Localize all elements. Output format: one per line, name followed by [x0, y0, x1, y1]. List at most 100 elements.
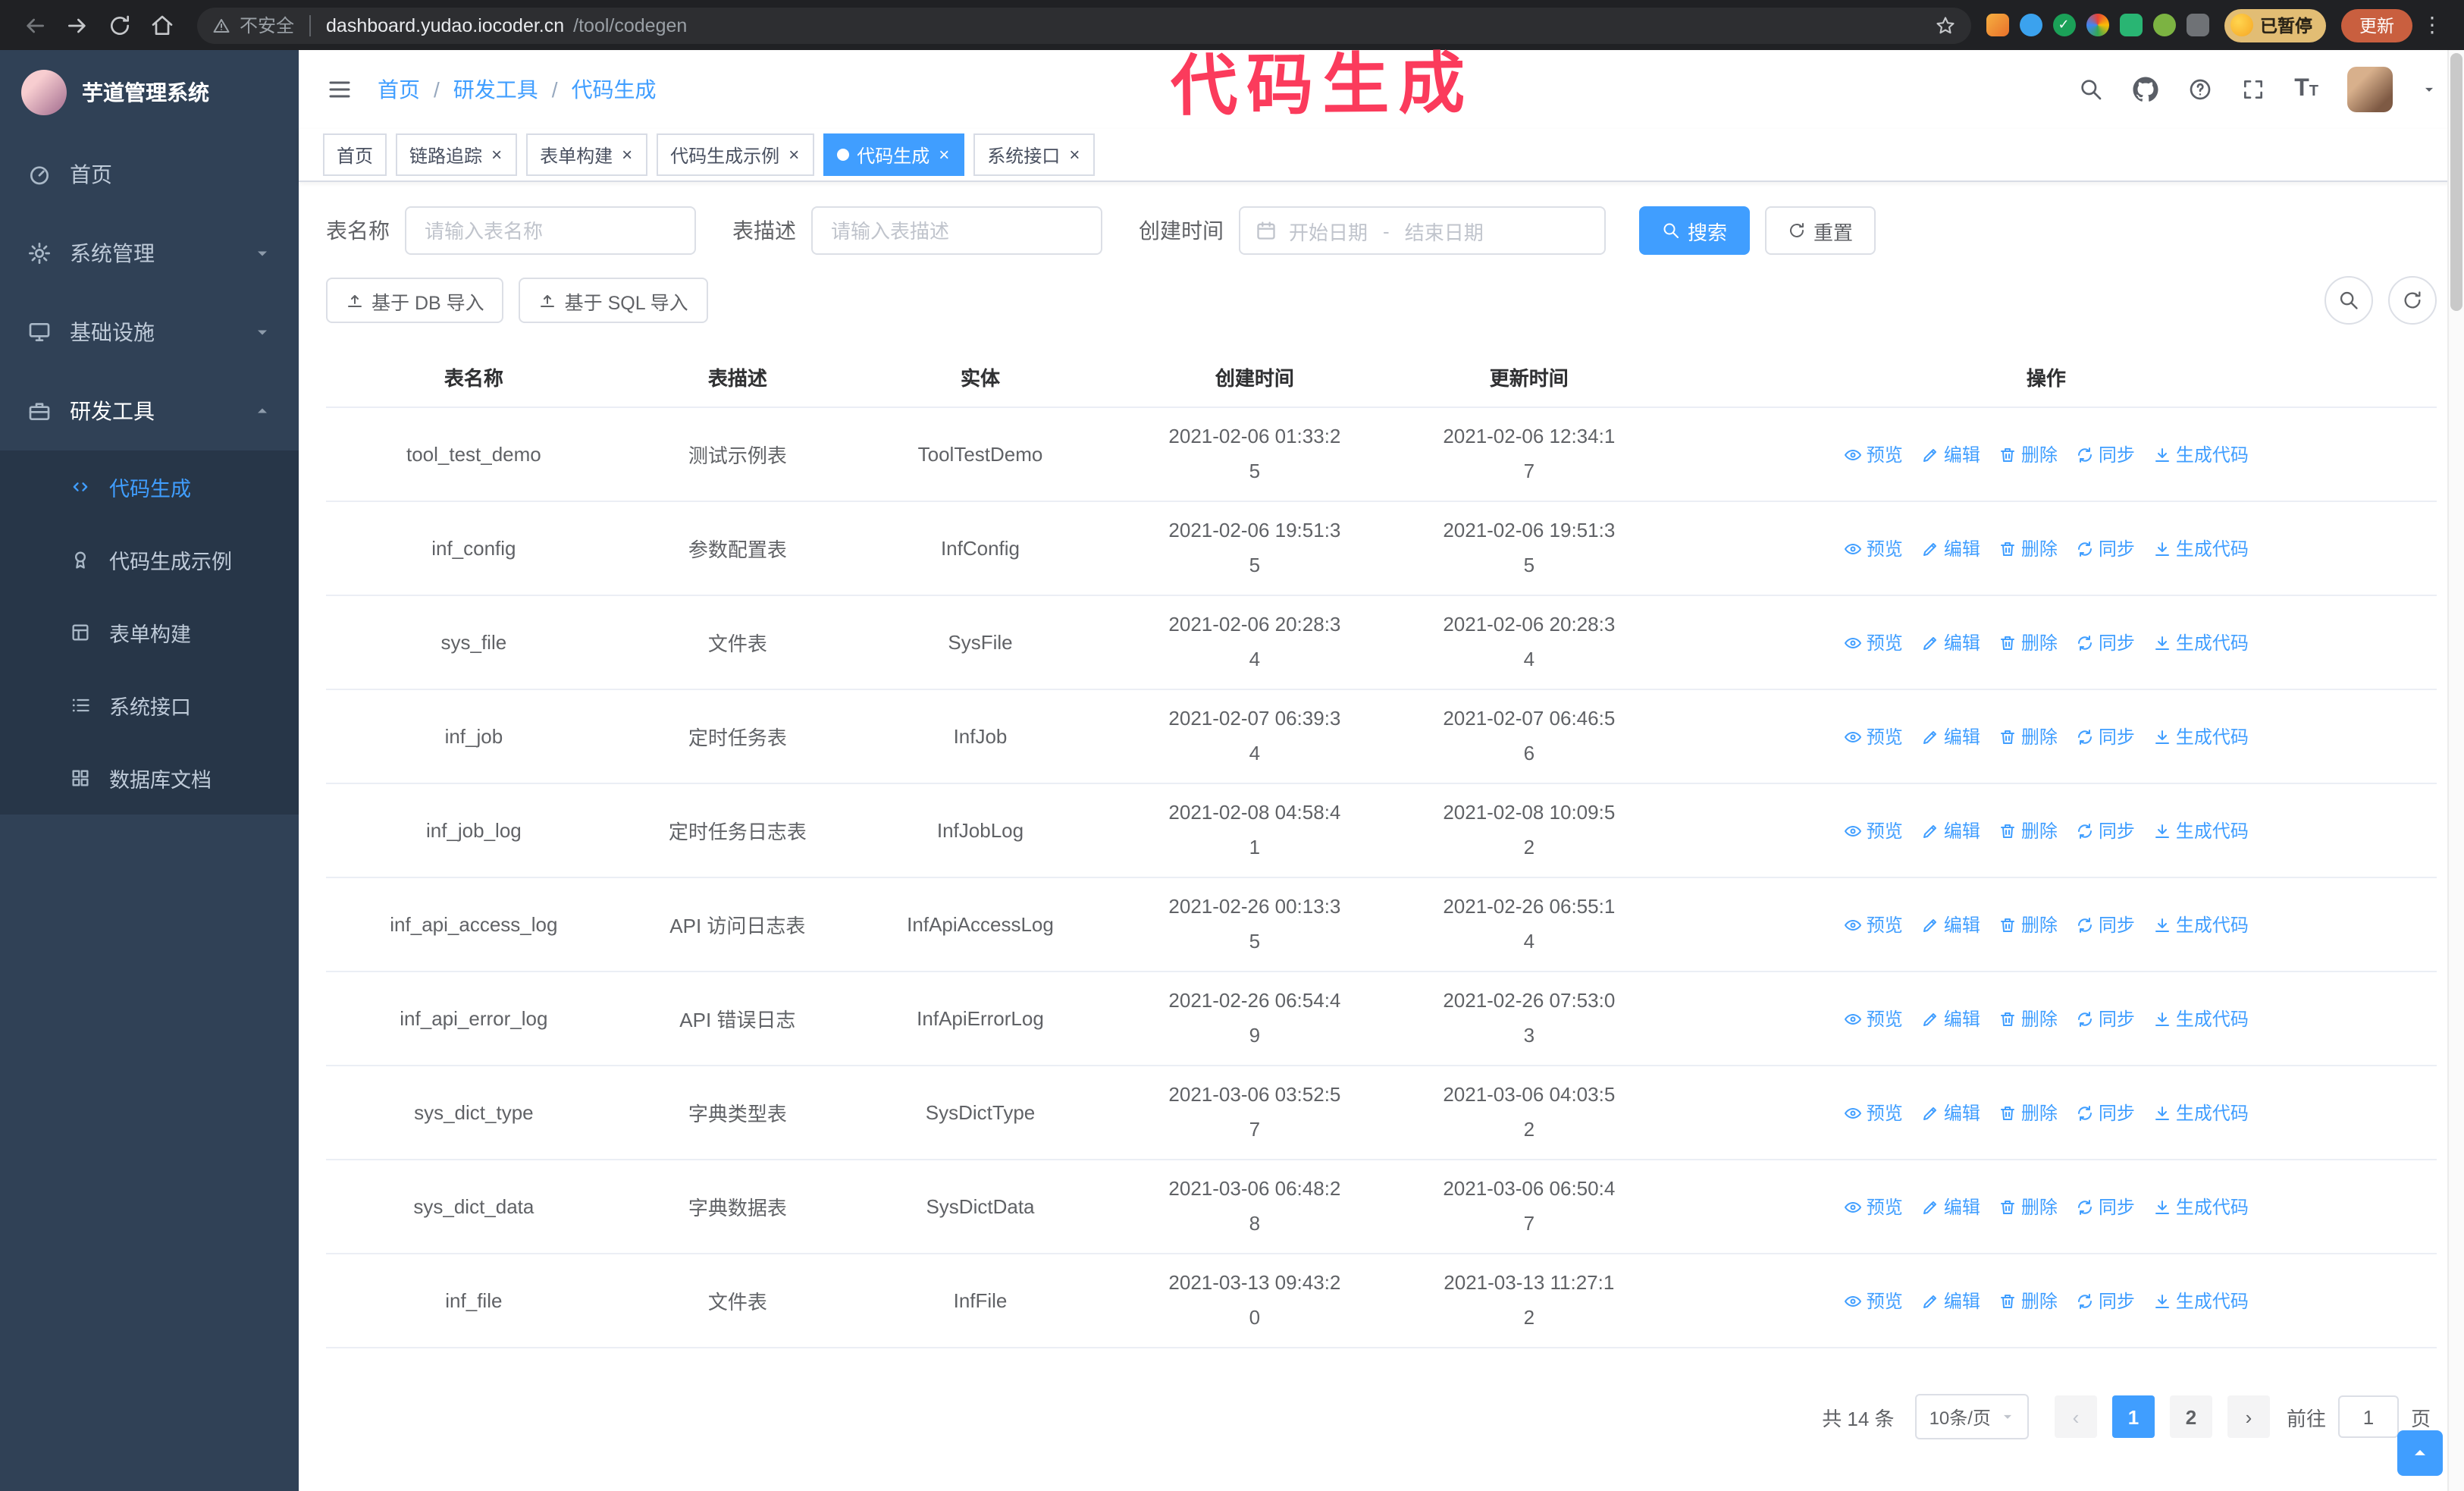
- browser-back-button[interactable]: [15, 5, 55, 45]
- toggle-search-button[interactable]: [2324, 276, 2373, 325]
- row-action-delete[interactable]: 删除: [1998, 629, 2058, 655]
- extension-puzzle-icon[interactable]: [2186, 14, 2209, 36]
- row-action-generate[interactable]: 生成代码: [2153, 1288, 2249, 1314]
- row-action-generate[interactable]: 生成代码: [2153, 535, 2249, 561]
- scrollbar-track[interactable]: [2447, 50, 2464, 1491]
- row-action-sync[interactable]: 同步: [2076, 1006, 2135, 1031]
- sidebar-item-codegen-example[interactable]: 代码生成示例: [0, 523, 299, 596]
- tab-form-builder[interactable]: 表单构建 ×: [526, 133, 648, 176]
- scrollbar-thumb[interactable]: [2450, 53, 2462, 311]
- extension-translate-icon[interactable]: [2119, 14, 2142, 36]
- tab-codegen[interactable]: 代码生成 ×: [823, 133, 965, 176]
- row-action-edit[interactable]: 编辑: [1921, 818, 1980, 843]
- close-icon[interactable]: ×: [787, 146, 801, 164]
- row-action-sync[interactable]: 同步: [2076, 724, 2135, 749]
- row-action-edit[interactable]: 编辑: [1921, 1006, 1980, 1031]
- row-action-sync[interactable]: 同步: [2076, 818, 2135, 843]
- row-action-sync[interactable]: 同步: [2076, 1288, 2135, 1314]
- browser-reload-button[interactable]: [100, 5, 140, 45]
- browser-update-button[interactable]: 更新: [2341, 8, 2412, 42]
- fullscreen-icon[interactable]: [2241, 77, 2265, 102]
- row-action-delete[interactable]: 删除: [1998, 1100, 2058, 1125]
- table-name-input[interactable]: [405, 206, 696, 255]
- row-action-sync[interactable]: 同步: [2076, 629, 2135, 655]
- extension-palette-icon[interactable]: [2086, 14, 2108, 36]
- page-size-select[interactable]: 10条/页: [1915, 1394, 2029, 1439]
- row-action-edit[interactable]: 编辑: [1921, 912, 1980, 937]
- row-action-edit[interactable]: 编辑: [1921, 1194, 1980, 1219]
- font-size-icon[interactable]: [2294, 77, 2318, 102]
- close-icon[interactable]: ×: [490, 146, 503, 164]
- row-action-generate[interactable]: 生成代码: [2153, 724, 2249, 749]
- row-action-generate[interactable]: 生成代码: [2153, 1006, 2249, 1031]
- sidebar-item-form-builder[interactable]: 表单构建: [0, 596, 299, 669]
- prev-page-button[interactable]: ‹: [2054, 1395, 2097, 1438]
- sidebar-item-home[interactable]: 首页: [0, 135, 299, 214]
- row-action-generate[interactable]: 生成代码: [2153, 912, 2249, 937]
- next-page-button[interactable]: ›: [2227, 1395, 2270, 1438]
- row-action-preview[interactable]: 预览: [1844, 818, 1903, 843]
- refresh-table-button[interactable]: [2388, 276, 2437, 325]
- row-action-preview[interactable]: 预览: [1844, 441, 1903, 467]
- page-button-1[interactable]: 1: [2111, 1395, 2155, 1438]
- extension-shield-icon[interactable]: [1986, 14, 2008, 36]
- row-action-preview[interactable]: 预览: [1844, 535, 1903, 561]
- row-action-preview[interactable]: 预览: [1844, 1288, 1903, 1314]
- tab-tracing[interactable]: 链路追踪 ×: [396, 133, 518, 176]
- help-icon[interactable]: [2188, 77, 2212, 102]
- sidebar-item-codegen[interactable]: 代码生成: [0, 450, 299, 523]
- browser-forward-button[interactable]: [58, 5, 97, 45]
- row-action-edit[interactable]: 编辑: [1921, 1288, 1980, 1314]
- row-action-sync[interactable]: 同步: [2076, 441, 2135, 467]
- row-action-delete[interactable]: 删除: [1998, 441, 2058, 467]
- row-action-preview[interactable]: 预览: [1844, 1006, 1903, 1031]
- back-to-top-button[interactable]: [2397, 1430, 2443, 1476]
- row-action-preview[interactable]: 预览: [1844, 724, 1903, 749]
- row-action-generate[interactable]: 生成代码: [2153, 441, 2249, 467]
- extension-check-icon[interactable]: ✓: [2052, 14, 2075, 36]
- breadcrumb-item-devtools[interactable]: 研发工具: [453, 74, 538, 105]
- sidebar-item-devtools[interactable]: 研发工具: [0, 372, 299, 450]
- extension-drop-icon[interactable]: [2019, 14, 2042, 36]
- sidebar-item-infra[interactable]: 基础设施: [0, 293, 299, 372]
- sidebar-toggle-icon[interactable]: [326, 76, 353, 103]
- row-action-sync[interactable]: 同步: [2076, 1194, 2135, 1219]
- row-action-edit[interactable]: 编辑: [1921, 724, 1980, 749]
- sidebar-item-system[interactable]: 系统管理: [0, 214, 299, 293]
- row-action-preview[interactable]: 预览: [1844, 912, 1903, 937]
- row-action-edit[interactable]: 编辑: [1921, 535, 1980, 561]
- row-action-delete[interactable]: 删除: [1998, 535, 2058, 561]
- goto-page-input[interactable]: [2337, 1395, 2399, 1438]
- breadcrumb-item-home[interactable]: 首页: [378, 74, 420, 105]
- row-action-generate[interactable]: 生成代码: [2153, 818, 2249, 843]
- sidebar-item-system-api[interactable]: 系统接口: [0, 669, 299, 742]
- row-action-edit[interactable]: 编辑: [1921, 629, 1980, 655]
- row-action-delete[interactable]: 删除: [1998, 1194, 2058, 1219]
- create-time-range-picker[interactable]: 开始日期 - 结束日期: [1239, 206, 1606, 255]
- sidebar-item-db-doc[interactable]: 数据库文档: [0, 742, 299, 815]
- row-action-sync[interactable]: 同步: [2076, 912, 2135, 937]
- address-bar[interactable]: 不安全 dashboard.yudao.iocoder.cn /tool/cod…: [197, 7, 1970, 43]
- row-action-sync[interactable]: 同步: [2076, 535, 2135, 561]
- row-action-preview[interactable]: 预览: [1844, 1194, 1903, 1219]
- browser-menu-icon[interactable]: ⋮: [2415, 12, 2449, 38]
- import-db-button[interactable]: 基于 DB 导入: [326, 278, 504, 323]
- close-icon[interactable]: ×: [620, 146, 634, 164]
- tab-system-api[interactable]: 系统接口 ×: [973, 133, 1096, 176]
- user-avatar[interactable]: [2347, 67, 2393, 112]
- row-action-delete[interactable]: 删除: [1998, 818, 2058, 843]
- table-desc-input[interactable]: [811, 206, 1102, 255]
- search-button[interactable]: 搜索: [1639, 206, 1751, 255]
- row-action-edit[interactable]: 编辑: [1921, 441, 1980, 467]
- search-icon[interactable]: [2079, 77, 2103, 102]
- bookmark-star-icon[interactable]: [1934, 14, 1955, 36]
- row-action-delete[interactable]: 删除: [1998, 1006, 2058, 1031]
- row-action-generate[interactable]: 生成代码: [2153, 1194, 2249, 1219]
- row-action-delete[interactable]: 删除: [1998, 1288, 2058, 1314]
- row-action-edit[interactable]: 编辑: [1921, 1100, 1980, 1125]
- row-action-preview[interactable]: 预览: [1844, 629, 1903, 655]
- import-sql-button[interactable]: 基于 SQL 导入: [519, 278, 708, 323]
- user-menu-caret-icon[interactable]: [2422, 82, 2437, 97]
- row-action-preview[interactable]: 预览: [1844, 1100, 1903, 1125]
- page-button-2[interactable]: 2: [2169, 1395, 2212, 1438]
